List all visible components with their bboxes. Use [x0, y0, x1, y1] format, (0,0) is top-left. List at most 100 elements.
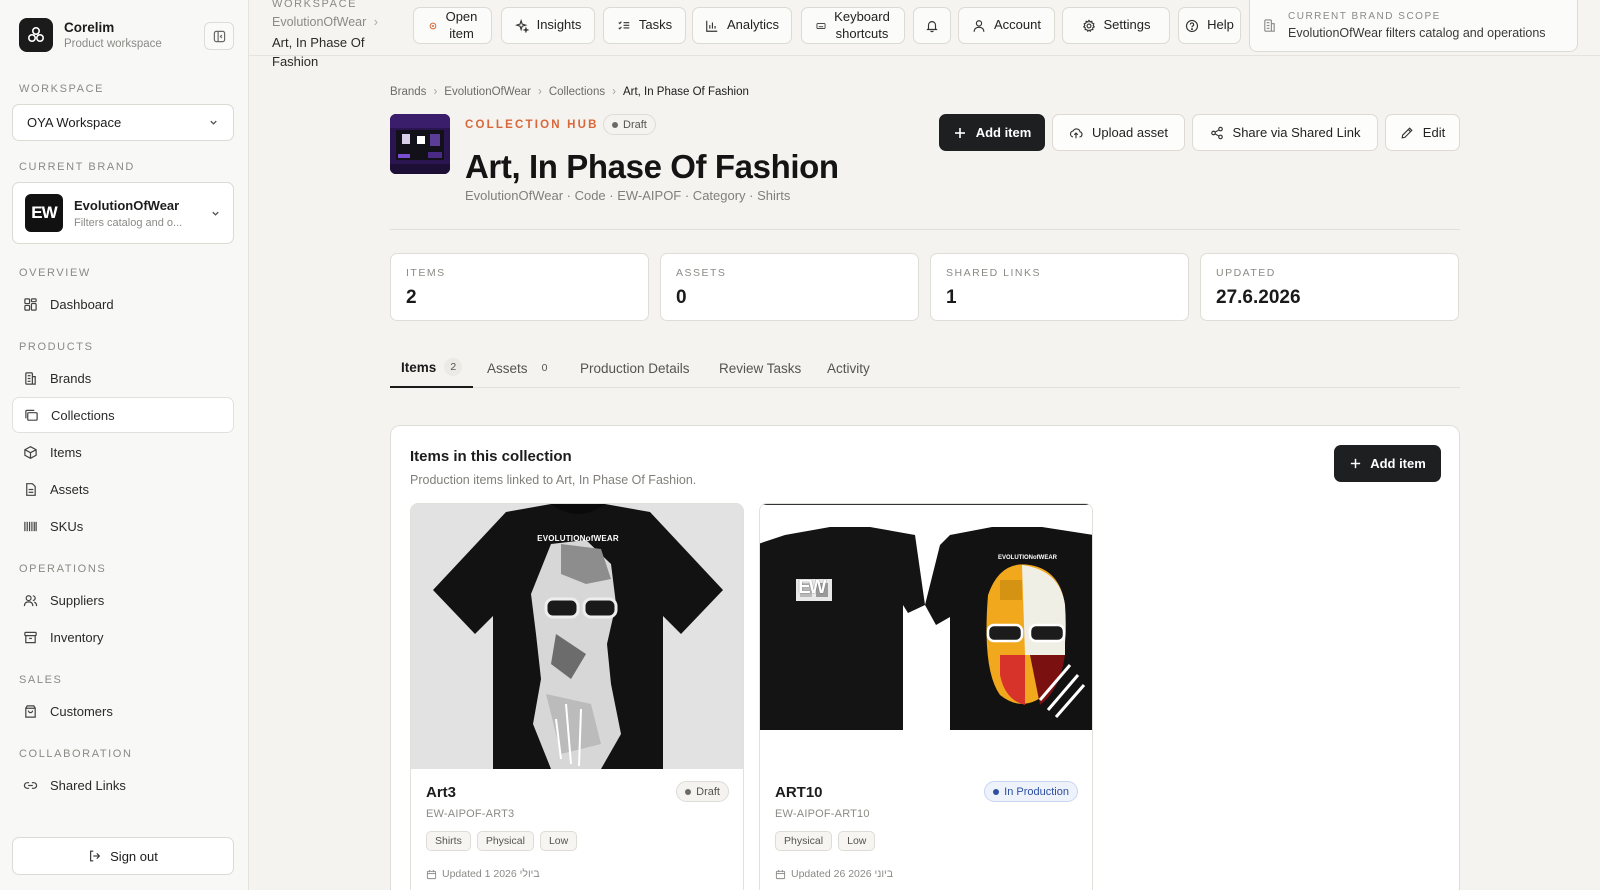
tab-activity[interactable]: Activity	[827, 348, 870, 388]
tag: Low	[539, 831, 578, 851]
sidebar-item-suppliers[interactable]: Suppliers	[12, 582, 234, 618]
brand-logo-text: EW	[31, 203, 57, 222]
panel-add-item-button[interactable]: Add item	[1334, 445, 1441, 482]
sidebar-item-skus[interactable]: SKUs	[12, 508, 234, 544]
sidebar-item-collections[interactable]: Collections	[12, 397, 234, 433]
sales-section-label: SALES	[19, 674, 63, 686]
chevron-right-icon: ›	[612, 86, 616, 98]
stat-card-assets: ASSETS 0	[660, 253, 919, 321]
app-brand[interactable]: Corelim Product workspace	[19, 18, 162, 52]
tab-label: Items	[401, 359, 437, 375]
app-name: Corelim	[64, 20, 115, 35]
sidebar-item-customers[interactable]: Customers	[12, 693, 234, 729]
file-icon	[26, 482, 36, 496]
open-item-label-1: Open	[445, 8, 478, 24]
sidebar-item-inventory[interactable]: Inventory	[12, 619, 234, 655]
keyboard-label-1: Keyboard	[834, 8, 890, 24]
building-icon	[1264, 19, 1275, 32]
workspace-select[interactable]: OYA Workspace	[12, 104, 234, 141]
item-tags: Physical Low	[775, 831, 881, 851]
item-card[interactable]: EW EVOLUTIONofWEAR ART10 EW-AIPOF-ART10 …	[759, 503, 1093, 890]
item-code: EW-AIPOF-ART3	[426, 808, 515, 820]
breadcrumb-collections[interactable]: Collections	[549, 86, 605, 98]
insights-label: Insights	[536, 17, 582, 33]
status-badge: Draft	[603, 114, 656, 135]
open-item-button[interactable]: Open item	[413, 7, 492, 44]
sidebar-item-dashboard[interactable]: Dashboard	[12, 286, 234, 322]
sidebar-toggle-icon	[213, 30, 225, 42]
cloud-upload-icon	[1069, 127, 1083, 138]
tab-assets[interactable]: Assets 0	[487, 348, 554, 388]
tasks-button[interactable]: Tasks	[603, 7, 686, 44]
collections-icon	[25, 409, 38, 421]
tag: Low	[838, 831, 876, 851]
stat-label: ASSETS	[676, 267, 727, 279]
status-dot-icon	[685, 788, 692, 795]
products-section-label: PRODUCTS	[19, 341, 94, 353]
sidebar-item-items[interactable]: Items	[12, 434, 234, 470]
share-link-button[interactable]: Share via Shared Link	[1192, 114, 1378, 151]
item-image: EVOLUTIONofWEAR	[411, 504, 743, 769]
sidebar-item-label: Assets	[50, 481, 90, 497]
topbar-crumb-brand[interactable]: EvolutionOfWear	[272, 15, 366, 29]
analytics-button[interactable]: Analytics	[692, 7, 792, 44]
breadcrumb-brand[interactable]: EvolutionOfWear	[444, 86, 531, 98]
sidebar-item-assets[interactable]: Assets	[12, 471, 234, 507]
help-button[interactable]: Help	[1178, 7, 1241, 44]
stat-card-shared-links: SHARED LINKS 1	[930, 253, 1189, 321]
upload-asset-button[interactable]: Upload asset	[1052, 114, 1185, 151]
brand-description: Filters catalog and o...	[74, 216, 183, 229]
account-button[interactable]: Account	[958, 7, 1055, 44]
sidebar-item-brands[interactable]: Brands	[12, 360, 234, 396]
insights-button[interactable]: Insights	[501, 7, 595, 44]
tab-production-details[interactable]: Production Details	[580, 348, 690, 388]
scope-label: CURRENT BRAND SCOPE	[1288, 11, 1441, 22]
brand-logo: EW	[25, 194, 63, 232]
calendar-icon	[775, 869, 786, 879]
app-window: Corelim Product workspace WORKSPACE OYA …	[0, 0, 1600, 890]
breadcrumb-brands[interactable]: Brands	[390, 86, 426, 98]
keyboard-shortcuts-button[interactable]: Keyboard shortcuts	[801, 7, 905, 44]
items-panel: Items in this collection Production item…	[390, 425, 1460, 890]
sidebar-item-label: SKUs	[50, 518, 84, 534]
page-title: Art, In Phase Of Fashion	[465, 148, 839, 185]
add-item-button[interactable]: Add item	[939, 114, 1045, 151]
app-subtitle: Product workspace	[64, 38, 162, 50]
shirt-print-text: EVOLUTIONofWEAR	[998, 555, 1057, 561]
stat-value: 2	[406, 287, 417, 308]
item-updated: Updated 26 2026 ביוני	[775, 868, 893, 880]
topbar-crumb-current-1: Art, In Phase Of	[272, 35, 365, 51]
edit-button[interactable]: Edit	[1385, 114, 1460, 151]
sidebar-item-shared-links[interactable]: Shared Links	[12, 767, 234, 803]
barcode-icon	[24, 521, 37, 531]
item-code: EW-AIPOF-ART10	[775, 808, 870, 820]
status-dot-icon	[612, 121, 618, 128]
sparkles-icon	[514, 18, 529, 33]
sign-out-button[interactable]: Sign out	[12, 837, 234, 875]
topbar-breadcrumb: WORKSPACE EvolutionOfWear › Art, In Phas…	[272, 0, 378, 72]
item-tags: Shirts Physical Low	[426, 831, 583, 851]
tab-review-tasks[interactable]: Review Tasks	[719, 348, 801, 388]
tag: Physical	[775, 831, 833, 851]
tab-label: Assets	[487, 360, 528, 376]
shirt-print-text: EVOLUTIONofWEAR	[537, 534, 619, 543]
sidebar-item-label: Shared Links	[50, 777, 126, 793]
tag: Shirts	[426, 831, 471, 851]
tab-items[interactable]: Items 2	[390, 348, 474, 388]
item-card[interactable]: EVOLUTIONofWEAR Art3 EW-AIPOF-ART3 Draft…	[410, 503, 744, 890]
share-icon	[1210, 126, 1223, 139]
tab-label: Production Details	[580, 360, 690, 376]
brand-switcher[interactable]: EW EvolutionOfWear Filters catalog and o…	[12, 182, 234, 244]
sidebar-item-label: Customers	[50, 703, 113, 719]
topbar-crumb-label: WORKSPACE	[272, 0, 358, 10]
account-label: Account	[994, 17, 1041, 33]
notifications-button[interactable]	[913, 7, 951, 44]
settings-button[interactable]: Settings	[1062, 7, 1170, 44]
archive-icon	[24, 631, 37, 643]
item-name: ART10	[775, 784, 823, 801]
gear-icon	[1082, 18, 1095, 32]
stat-label: UPDATED	[1216, 267, 1276, 279]
scope-value: EvolutionOfWear filters catalog and oper…	[1288, 26, 1546, 40]
list-checks-icon	[618, 20, 630, 30]
collapse-sidebar-button[interactable]	[204, 22, 234, 50]
